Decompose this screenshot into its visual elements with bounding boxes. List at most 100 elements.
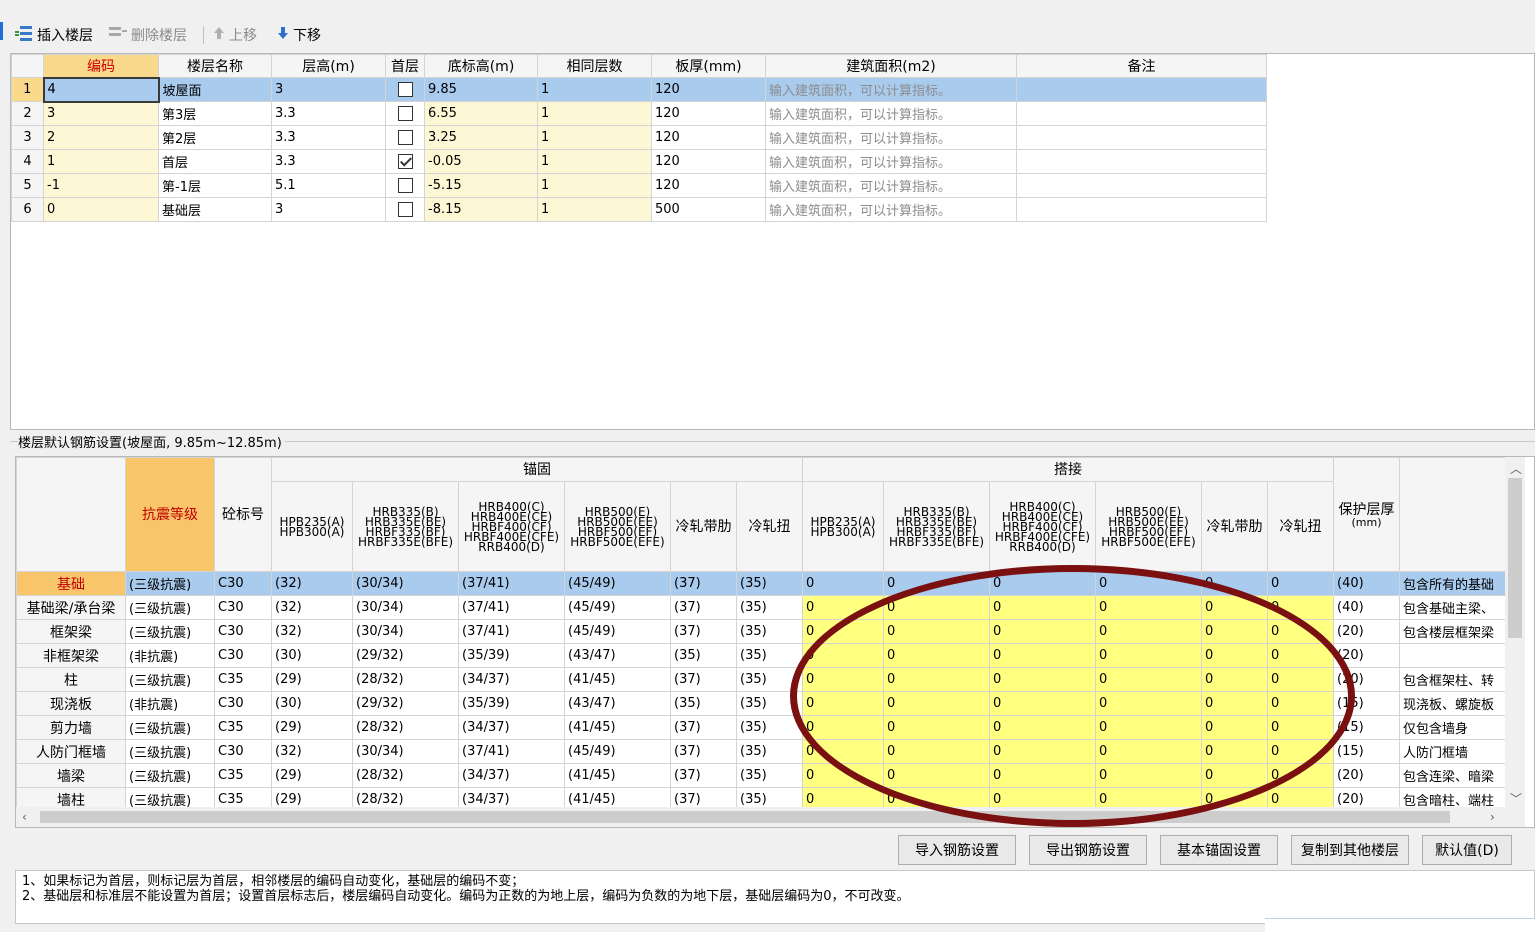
lap-value-cell[interactable]: 0 [1201, 739, 1268, 764]
component-note-cell[interactable]: 包含楼层框架梁 [1399, 619, 1510, 644]
cover-thickness-cell[interactable]: (20) [1333, 667, 1400, 692]
lap-value-cell[interactable]: 0 [1201, 643, 1268, 668]
lap-value-cell[interactable]: 0 [989, 763, 1096, 788]
column-header[interactable]: 相同层数 [537, 54, 652, 78]
lap-value-cell[interactable]: 0 [1267, 739, 1334, 764]
floor-height-cell[interactable]: 3.3 [271, 149, 386, 174]
component-type-cell[interactable]: 基础梁/承台梁 [16, 595, 126, 620]
bottom-elevation-cell[interactable]: -0.05 [424, 149, 538, 174]
rebar-row[interactable]: 现浇板 (非抗震) C30 (30) (29/32) (35/39) (43/47) (35)… [16, 691, 1510, 716]
anchor-value-cell[interactable]: (37) [670, 763, 737, 788]
floor-height-cell[interactable]: 5.1 [271, 173, 386, 198]
lap-value-cell[interactable]: 0 [1201, 691, 1268, 716]
move-up-button[interactable]: 上移 [212, 24, 257, 46]
row-number[interactable]: 6 [11, 197, 44, 222]
delete-floor-button[interactable]: 删除楼层 [108, 24, 187, 46]
lap-value-cell[interactable]: 0 [802, 739, 884, 764]
anchor-value-cell[interactable]: (37) [670, 571, 737, 596]
anchor-value-cell[interactable]: (37) [670, 595, 737, 620]
concrete-grade-cell[interactable]: C35 [214, 667, 272, 692]
row-number[interactable]: 2 [11, 101, 44, 126]
lap-value-cell[interactable]: 0 [883, 643, 990, 668]
scroll-down-arrow-icon[interactable]: ﹀ [1510, 790, 1522, 807]
rebar-row[interactable]: 基础梁/承台梁 (三级抗震) C30 (32) (30/34) (37/41) (45/49… [16, 595, 1510, 620]
lap-value-cell[interactable]: 0 [1095, 715, 1202, 740]
slab-thickness-cell[interactable]: 120 [651, 173, 766, 198]
cover-thickness-cell[interactable]: (20) [1333, 763, 1400, 788]
component-note-cell[interactable]: 包含框架柱、转 [1399, 667, 1510, 692]
column-header[interactable]: 楼层名称 [158, 54, 272, 78]
scroll-up-arrow-icon[interactable]: ︿ [1510, 460, 1522, 477]
building-area-cell[interactable]: 输入建筑面积，可以计算指标。 [765, 149, 1017, 174]
component-type-cell[interactable]: 非框架梁 [16, 643, 126, 668]
component-type-cell[interactable]: 人防门框墙 [16, 739, 126, 764]
building-area-cell[interactable]: 输入建筑面积，可以计算指标。 [765, 173, 1017, 198]
lap-value-cell[interactable]: 0 [1201, 571, 1268, 596]
anchor-value-cell[interactable]: (41/45) [564, 715, 671, 740]
anchor-value-cell[interactable]: (30/34) [352, 739, 459, 764]
floor-code-cell[interactable]: 2 [43, 125, 159, 150]
floor-height-cell[interactable]: 3 [271, 197, 386, 222]
lap-value-cell[interactable]: 0 [1267, 571, 1334, 596]
lap-value-cell[interactable]: 0 [989, 739, 1096, 764]
rebar-row[interactable]: 人防门框墙 (三级抗震) C30 (32) (30/34) (37/41) (45/49)(… [16, 739, 1510, 764]
anchor-value-cell[interactable]: (30/34) [352, 595, 459, 620]
lap-value-cell[interactable]: 0 [802, 571, 884, 596]
anchor-value-cell[interactable]: (45/49) [564, 595, 671, 620]
lap-value-cell[interactable]: 0 [802, 763, 884, 788]
lap-value-cell[interactable]: 0 [802, 715, 884, 740]
first-floor-cell[interactable] [385, 101, 425, 126]
column-header[interactable]: 备注 [1016, 54, 1267, 78]
lap-value-cell[interactable]: 0 [989, 667, 1096, 692]
component-note-cell[interactable]: 现浇板、螺旋板 [1399, 691, 1510, 716]
anchor-steel-header[interactable]: HRB400(C) HRB400E(CE) HRBF400(CF) HRBF400E(… [458, 481, 565, 572]
component-type-cell[interactable]: 墙梁 [16, 763, 126, 788]
anchor-value-cell[interactable]: (35) [736, 715, 803, 740]
building-area-cell[interactable]: 输入建筑面积，可以计算指标。 [765, 77, 1017, 102]
lap-value-cell[interactable]: 0 [1095, 643, 1202, 668]
rebar-row[interactable]: 剪力墙 (三级抗震) C35 (29) (28/32) (34/37) (41/45) (37… [16, 715, 1510, 740]
rebar-row[interactable]: 墙梁 (三级抗震) C35 (29) (28/32) (34/37) (41/45) (37)… [16, 763, 1510, 788]
lap-value-cell[interactable]: 0 [883, 619, 990, 644]
lap-value-cell[interactable]: 0 [883, 763, 990, 788]
floor-code-cell[interactable]: 3 [43, 101, 159, 126]
basic-anchor-settings-button[interactable]: 基本锚固设置 [1160, 835, 1278, 865]
slab-thickness-cell[interactable]: 120 [651, 149, 766, 174]
rebar-row[interactable]: 基础 (三级抗震) C30 (32) (30/34) (37/41) (45/49) (37)… [16, 571, 1510, 596]
lap-value-cell[interactable]: 0 [989, 595, 1096, 620]
floor-name-cell[interactable]: 坡屋面 [158, 77, 272, 102]
anchor-value-cell[interactable]: (30/34) [352, 619, 459, 644]
component-type-cell[interactable]: 剪力墙 [16, 715, 126, 740]
anchor-value-cell[interactable]: (32) [271, 595, 353, 620]
floor-note-cell[interactable] [1016, 125, 1267, 150]
lap-value-cell[interactable]: 0 [1267, 595, 1334, 620]
anchor-value-cell[interactable]: (37/41) [458, 739, 565, 764]
lap-value-cell[interactable]: 0 [989, 691, 1096, 716]
anchor-value-cell[interactable]: (45/49) [564, 571, 671, 596]
anchor-steel-header[interactable]: HRB335(B) HRB335E(BE) HRBF335(BF) HRBF335E(… [352, 481, 459, 572]
seismic-grade-cell[interactable]: (三级抗震) [125, 763, 215, 788]
first-floor-checkbox[interactable] [397, 178, 413, 193]
anchor-value-cell[interactable]: (35) [736, 595, 803, 620]
same-floor-count-cell[interactable]: 1 [537, 125, 652, 150]
first-floor-checkbox[interactable] [397, 82, 413, 97]
seismic-grade-cell[interactable]: (三级抗震) [125, 739, 215, 764]
import-rebar-settings-button[interactable]: 导入钢筋设置 [898, 835, 1016, 865]
building-area-cell[interactable]: 输入建筑面积，可以计算指标。 [765, 101, 1017, 126]
move-down-button[interactable]: 下移 [276, 24, 321, 46]
anchor-value-cell[interactable]: (41/45) [564, 763, 671, 788]
first-floor-checkbox[interactable] [397, 202, 413, 217]
component-type-cell[interactable]: 现浇板 [16, 691, 126, 716]
anchor-value-cell[interactable]: (34/37) [458, 715, 565, 740]
floor-name-cell[interactable]: 第2层 [158, 125, 272, 150]
floor-code-cell[interactable]: -1 [43, 173, 159, 198]
lap-value-cell[interactable]: 0 [1267, 667, 1334, 692]
copy-to-other-floors-button[interactable]: 复制到其他楼层 [1291, 835, 1409, 865]
scroll-left-arrow-icon[interactable]: ‹ [22, 810, 27, 824]
anchor-value-cell[interactable]: (28/32) [352, 715, 459, 740]
anchor-value-cell[interactable]: (37) [670, 739, 737, 764]
concrete-grade-cell[interactable]: C30 [214, 691, 272, 716]
lap-value-cell[interactable]: 0 [1095, 571, 1202, 596]
component-type-cell[interactable]: 框架梁 [16, 619, 126, 644]
cover-thickness-cell[interactable]: (40) [1333, 595, 1400, 620]
